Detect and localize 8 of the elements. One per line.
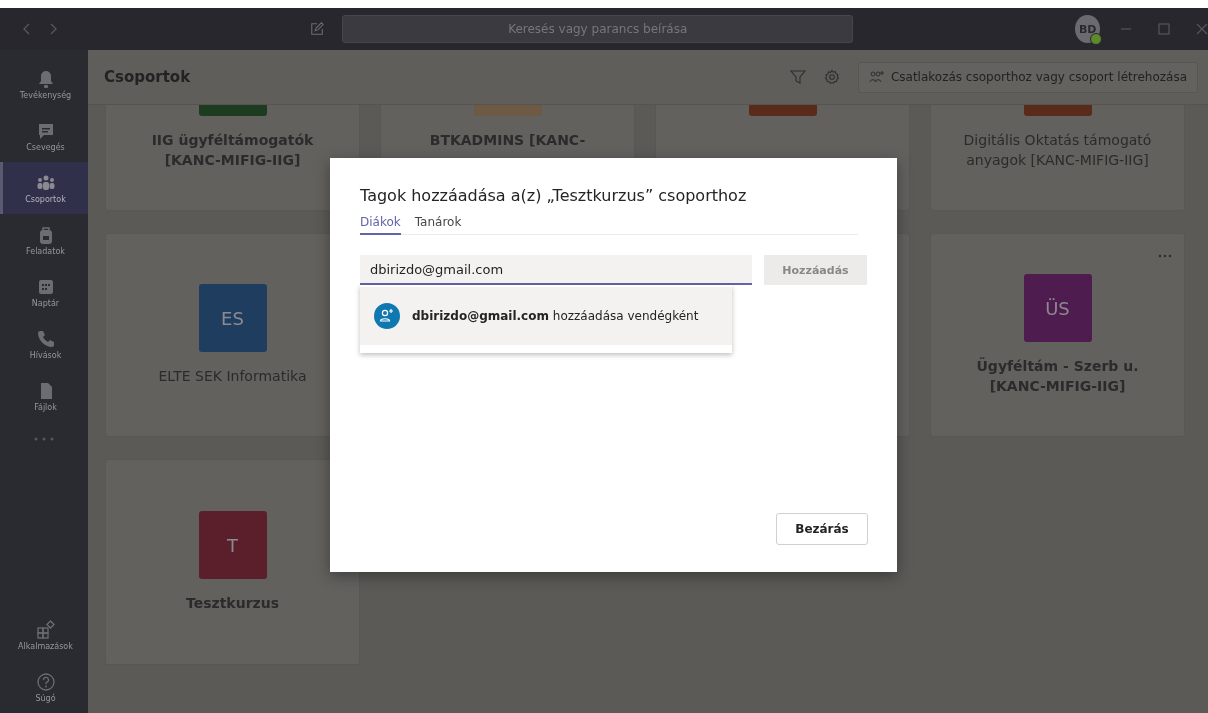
team-name: BTKADMINS [KANC- (428, 131, 587, 150)
team-name: Tesztkurzus (185, 594, 280, 613)
page-title: Csoportok (104, 68, 192, 86)
team-avatar: T (198, 511, 267, 579)
team-avatar: ES (198, 284, 267, 352)
team-avatar: ÜS (1023, 274, 1092, 342)
team-name: Ügyféltám - Szerb u. [KANC-MIFIG-IIG] (975, 356, 1140, 396)
dialog-title: Tagok hozzáadása a(z) „Tesztkurzus” csoporthoz (360, 186, 748, 205)
